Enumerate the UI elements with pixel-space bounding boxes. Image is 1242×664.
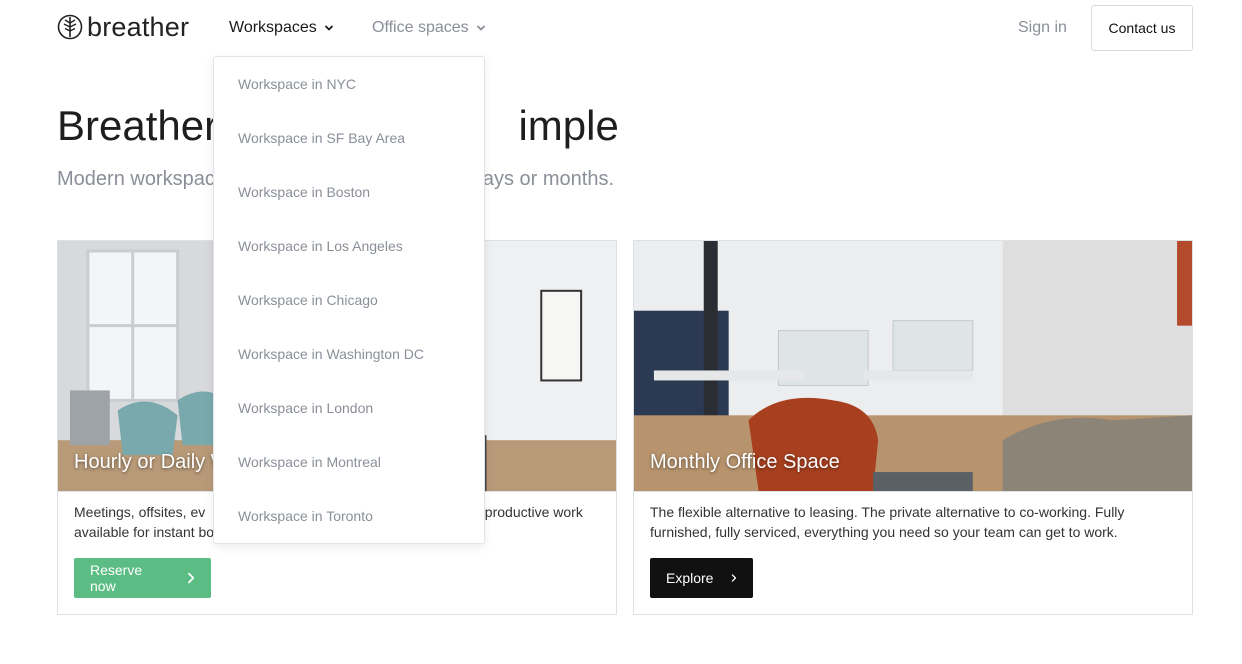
contact-us-button[interactable]: Contact us [1091, 5, 1193, 51]
chevron-down-icon [476, 25, 485, 31]
reserve-now-label: Reserve now [90, 562, 143, 594]
reserve-now-button[interactable]: Reserve now [74, 558, 211, 598]
card-description-monthly: The flexible alternative to leasing. The… [650, 504, 1125, 540]
card-title-hourly: Hourly or Daily W [74, 451, 230, 473]
chevron-right-icon [188, 572, 195, 584]
card-description-hourly-line1-right: r productive work [476, 504, 583, 520]
card-monthly-office: Monthly Office Space The flexible altern… [633, 240, 1193, 615]
card-description-hourly-line2: available for instant bo [74, 524, 215, 540]
dropdown-item-sf-bay-area[interactable]: Workspace in SF Bay Area [238, 129, 405, 147]
dropdown-item-montreal[interactable]: Workspace in Montreal [238, 453, 381, 471]
dropdown-item-toronto[interactable]: Workspace in Toronto [238, 507, 373, 525]
sign-in-link[interactable]: Sign in [1018, 18, 1067, 38]
logo-text: breather [87, 12, 190, 42]
card-description-hourly-line1-left: Meetings, offsites, ev [74, 504, 206, 520]
page-title-left: Breather, [57, 102, 228, 149]
dropdown-item-nyc[interactable]: Workspace in NYC [238, 75, 356, 93]
breather-leaf-icon [57, 14, 83, 40]
page-subtitle-left: Modern workspac [57, 168, 215, 190]
nav-workspaces-label: Workspaces [229, 19, 317, 36]
breather-logo[interactable]: breather [57, 12, 190, 42]
nav-office-spaces[interactable]: Office spaces [372, 18, 487, 38]
chevron-down-icon [324, 25, 333, 31]
nav-workspaces[interactable]: Workspaces [229, 18, 335, 38]
explore-label: Explore [666, 570, 714, 586]
card-image-monthly: Monthly Office Space [634, 241, 1192, 492]
dropdown-item-los-angeles[interactable]: Workspace in Los Angeles [238, 237, 403, 255]
card-title-monthly: Monthly Office Space [650, 451, 840, 473]
page-title-right: imple [518, 102, 619, 149]
chevron-right-icon [732, 574, 737, 582]
page-subtitle-right: ays or months. [482, 168, 615, 190]
dropdown-item-washington-dc[interactable]: Workspace in Washington DC [238, 345, 424, 363]
nav-office-spaces-label: Office spaces [372, 19, 469, 36]
dropdown-item-boston[interactable]: Workspace in Boston [238, 183, 370, 201]
explore-button[interactable]: Explore [650, 558, 753, 598]
dropdown-item-chicago[interactable]: Workspace in Chicago [238, 291, 378, 309]
workspaces-dropdown: Workspace in NYC Workspace in SF Bay Are… [213, 56, 485, 544]
dropdown-item-london[interactable]: Workspace in London [238, 399, 373, 417]
